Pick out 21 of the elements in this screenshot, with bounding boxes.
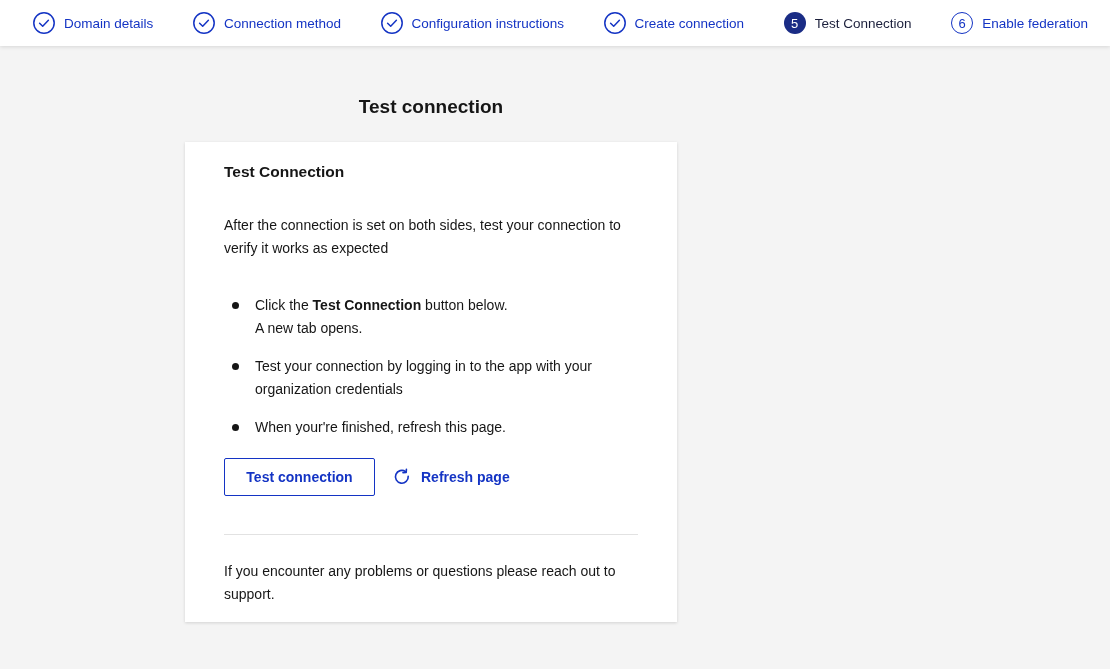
card-heading: Test Connection	[224, 162, 346, 182]
intro-text: After the connection is set on both sides, test your connection to verify it works as expected	[224, 216, 622, 258]
instruction-text: A new tab opens.	[255, 319, 364, 338]
wizard-step[interactable]: Connection method	[192, 12, 341, 34]
refresh-icon	[393, 468, 411, 486]
support-note: If you encounter any problems or questions please reach out to support.	[224, 562, 617, 604]
wizard-step[interactable]: 5 Test Connection	[783, 12, 912, 34]
instruction-text: Test your connection by logging in to the app with your organization credentials	[255, 357, 593, 399]
instruction-text: Click the Test Connection button below.	[255, 296, 509, 315]
refresh-page-link[interactable]: Refresh page	[393, 468, 510, 486]
test-connection-button[interactable]: Test connection	[224, 458, 375, 496]
bullet-icon	[232, 302, 239, 309]
bullet-icon	[232, 363, 239, 370]
wizard-step[interactable]: 6 Enable federation	[951, 12, 1088, 34]
instruction-text: When your're finished, refresh this page.	[255, 418, 507, 437]
wizard-step[interactable]: Domain details	[33, 12, 154, 34]
step-number-badge: 5	[783, 12, 806, 34]
bullet-icon	[232, 424, 239, 431]
page-title: Test connection	[357, 95, 505, 119]
wizard-step[interactable]: Create connection	[603, 12, 745, 34]
wizard-step[interactable]: Configuration instructions	[380, 12, 564, 34]
